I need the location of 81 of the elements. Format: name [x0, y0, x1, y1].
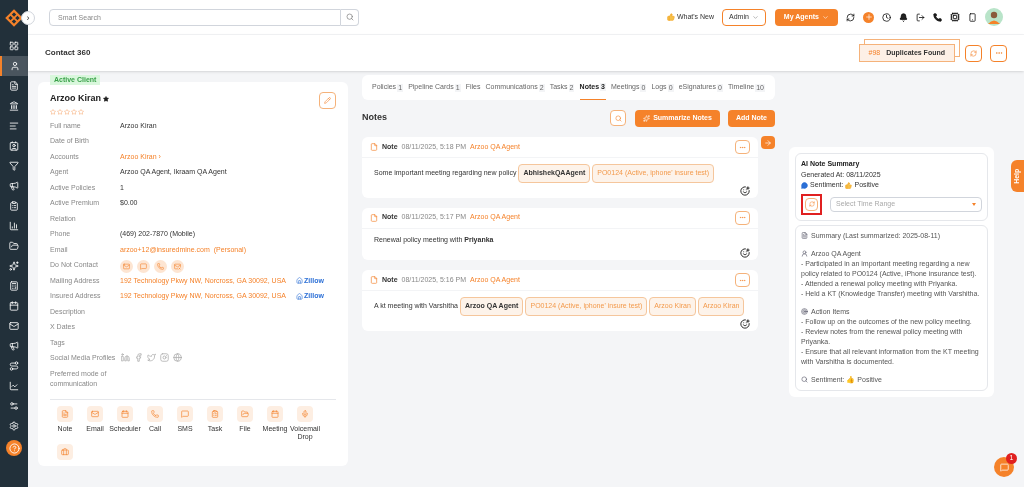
twitter-icon[interactable]: [147, 353, 157, 362]
quick-action-button[interactable]: [57, 405, 73, 422]
person-icon: [801, 250, 808, 257]
quick-action-button[interactable]: [117, 405, 133, 422]
note-icon: [370, 276, 378, 284]
search-button[interactable]: [341, 8, 359, 26]
person-icon[interactable]: [10, 61, 20, 71]
thumbs-up-icon: [845, 181, 853, 189]
thumbs-up-icon: [666, 13, 675, 21]
search-icon: [801, 376, 808, 383]
chevron-down-icon: [751, 13, 759, 21]
contact-name: Arzoo Kiran: [50, 92, 101, 105]
megaphone-icon[interactable]: [9, 181, 19, 191]
add-reaction-icon[interactable]: [740, 248, 750, 258]
quick-action-button[interactable]: [267, 405, 283, 422]
facebook-icon[interactable]: [134, 353, 144, 362]
document-icon[interactable]: [9, 81, 19, 91]
instagram-icon[interactable]: [160, 353, 170, 362]
logout-icon[interactable]: [916, 12, 925, 22]
notes-heading: Notes: [362, 111, 387, 125]
note-icon: [370, 213, 378, 222]
globe-icon[interactable]: [173, 353, 183, 362]
refresh-button[interactable]: [965, 44, 982, 62]
more-icon[interactable]: [994, 49, 1003, 57]
note-menu-button[interactable]: [735, 273, 750, 287]
linkedin-icon[interactable]: [121, 353, 131, 362]
phone-icon[interactable]: [933, 12, 942, 22]
line-chart-icon[interactable]: [9, 381, 19, 391]
chip-icon[interactable]: [950, 12, 960, 22]
add-reaction-icon[interactable]: [740, 318, 750, 329]
more-button[interactable]: [990, 44, 1007, 62]
note-icon: [370, 143, 378, 151]
microphone-icon[interactable]: [301, 409, 309, 418]
collapse-button[interactable]: ›: [21, 11, 35, 25]
chevron-down-icon: [822, 13, 829, 21]
quick-action-button[interactable]: [207, 405, 223, 422]
sparkles-icon[interactable]: [9, 261, 19, 271]
grid-icon[interactable]: [9, 41, 19, 51]
gears-icon[interactable]: [9, 401, 19, 411]
quick-action-button[interactable]: [297, 405, 313, 422]
funnel-icon[interactable]: [9, 161, 19, 171]
contact-card-icon[interactable]: [9, 141, 19, 151]
logo-icon: [5, 9, 23, 27]
edit-button[interactable]: [319, 92, 336, 109]
bell-icon[interactable]: [899, 12, 908, 22]
house-icon: [296, 292, 303, 300]
note-menu-button[interactable]: [735, 210, 750, 225]
pencil-icon[interactable]: [324, 97, 331, 104]
lines-icon[interactable]: [9, 121, 19, 131]
settings-icon[interactable]: [9, 421, 19, 431]
route-icon[interactable]: [9, 361, 19, 371]
quick-action-button[interactable]: [57, 443, 73, 460]
document-icon: [801, 232, 808, 239]
mobile-icon[interactable]: [968, 12, 977, 22]
chat-icon[interactable]: [999, 462, 1009, 472]
clock-icon[interactable]: [882, 12, 891, 22]
quick-action-button[interactable]: [177, 405, 193, 422]
search-icon[interactable]: [345, 13, 354, 21]
megaphone-icon[interactable]: [9, 341, 19, 351]
message-icon[interactable]: [181, 409, 189, 418]
add-reaction-icon[interactable]: [740, 185, 750, 196]
sidebar-item[interactable]: [0, 56, 28, 76]
quick-action-button[interactable]: [147, 405, 163, 422]
clipboard-icon[interactable]: [211, 409, 219, 418]
star-icon: [103, 95, 109, 102]
quick-action-button[interactable]: [237, 405, 253, 422]
note-menu-button[interactable]: [735, 140, 750, 154]
avatar[interactable]: [985, 8, 1003, 26]
briefcase-icon[interactable]: [61, 447, 69, 456]
note-icon[interactable]: [61, 409, 69, 418]
refresh-icon[interactable]: [846, 12, 855, 22]
page-title: Contact 360: [45, 47, 91, 59]
bar-chart-icon[interactable]: [9, 221, 19, 231]
calculator-icon[interactable]: [9, 281, 19, 291]
quick-action-button[interactable]: [87, 405, 103, 422]
sparkles-icon: [643, 114, 651, 122]
search-button[interactable]: [610, 110, 627, 126]
bank-icon[interactable]: [9, 101, 19, 111]
search-icon[interactable]: [614, 114, 622, 122]
speech-bubble-icon: [801, 181, 808, 189]
house-icon: [296, 277, 303, 285]
